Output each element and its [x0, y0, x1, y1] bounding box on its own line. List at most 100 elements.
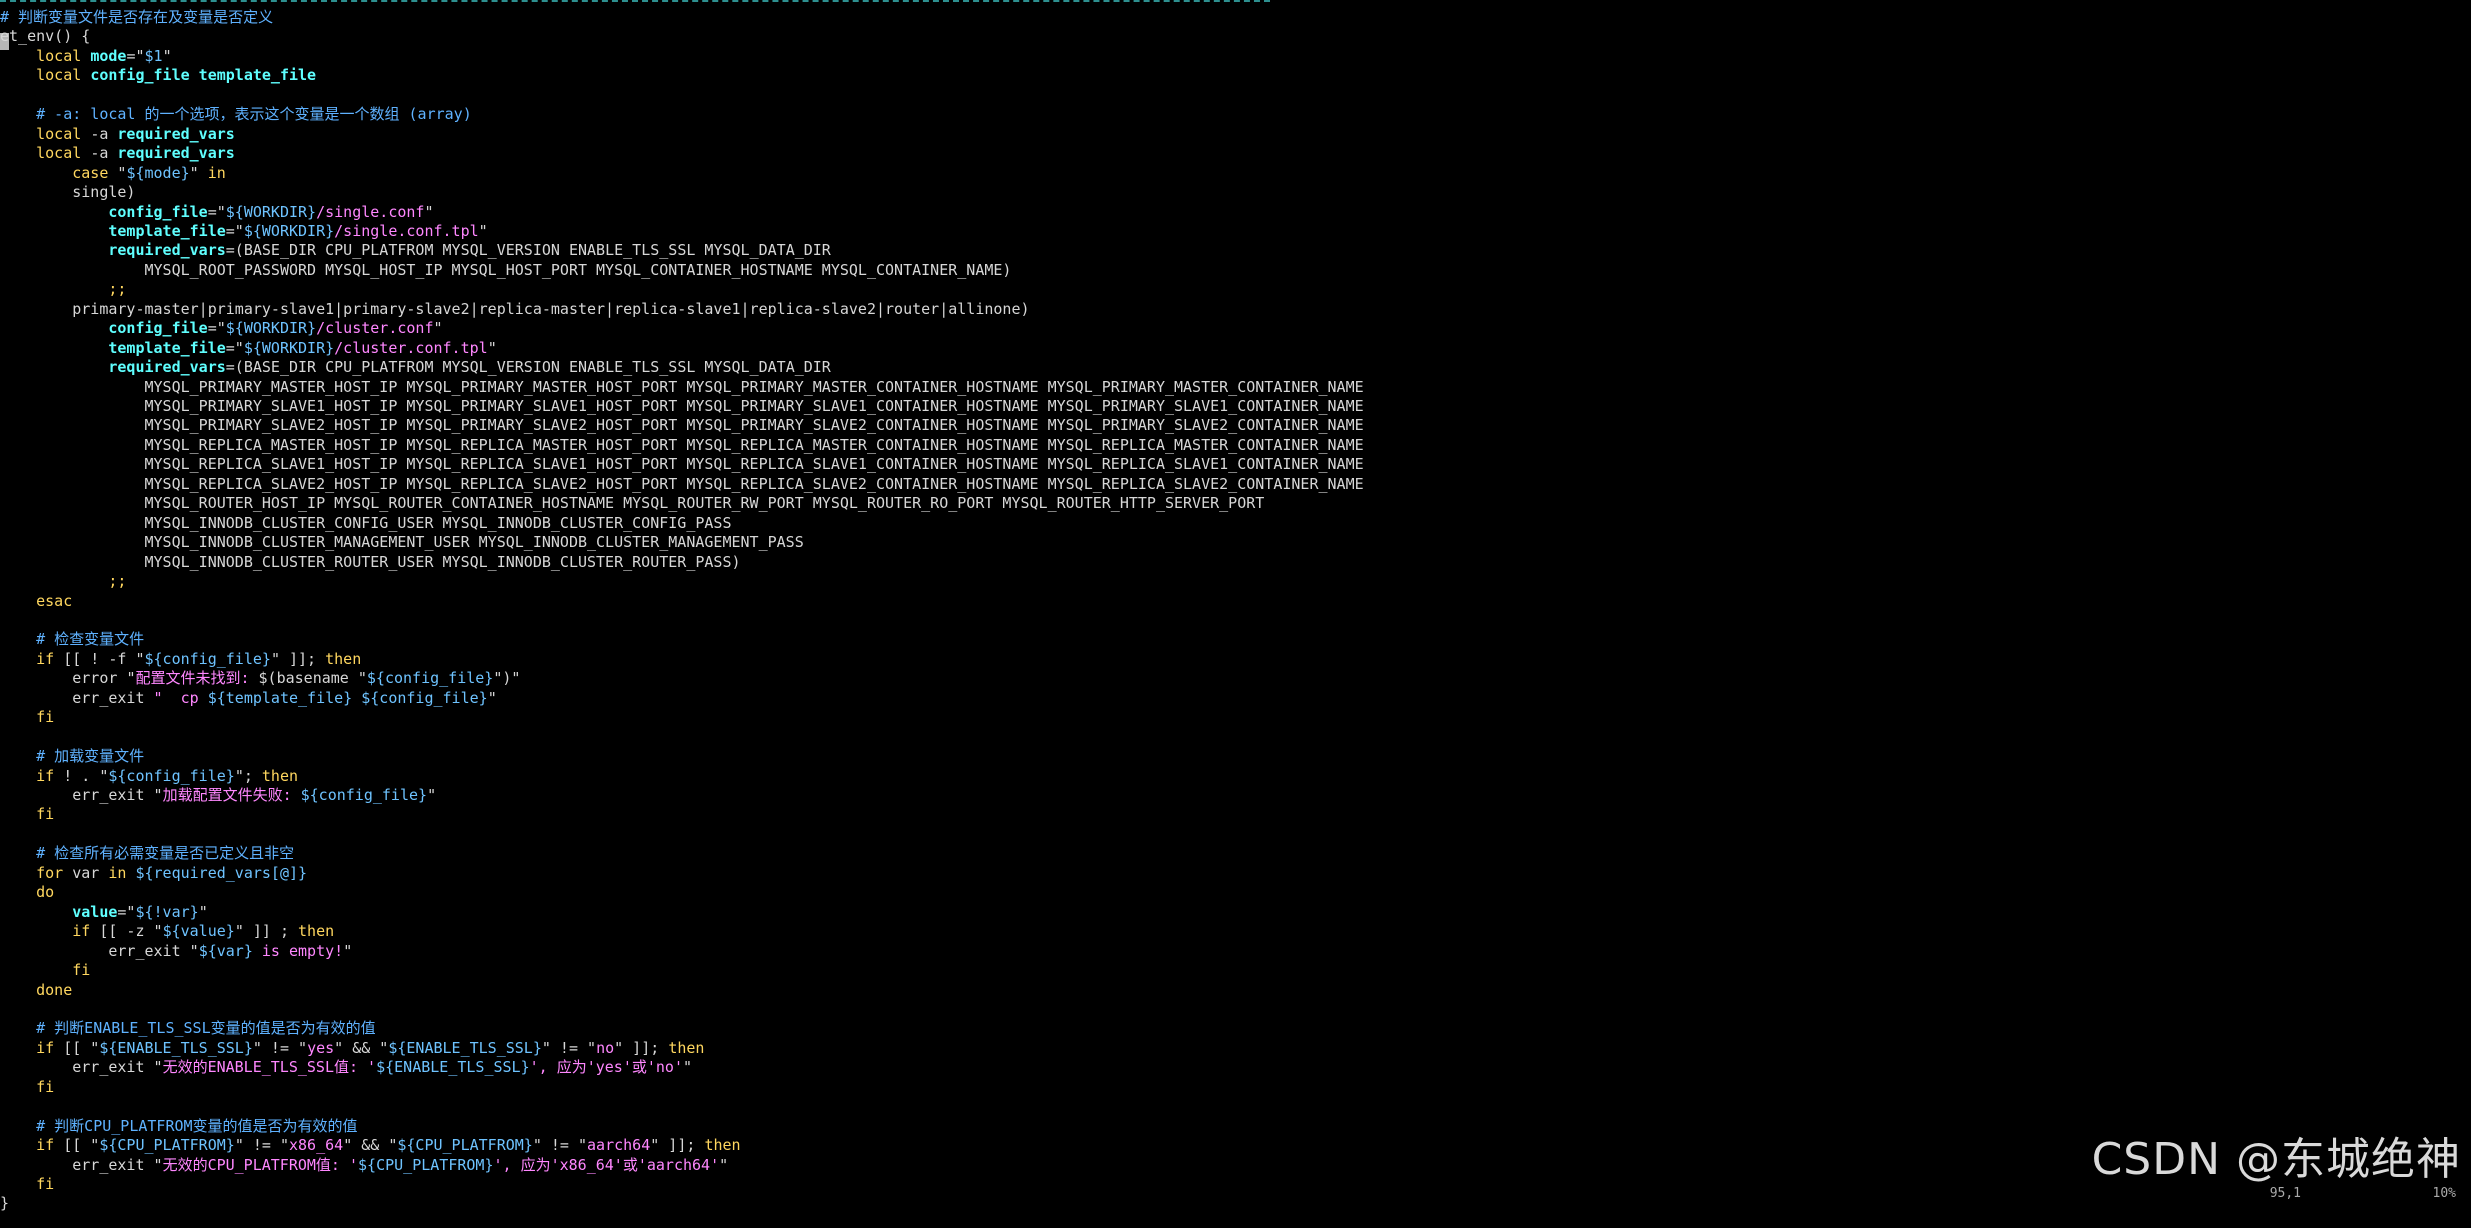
code-token: # -a: local 的一个选项，表示这个变量是一个数组 (array): [0, 105, 472, 124]
code-line[interactable]: fi: [0, 961, 90, 980]
code-line[interactable]: # 检查变量文件: [0, 630, 144, 649]
code-line[interactable]: if [[ -z "${value}" ]] ; then: [0, 922, 334, 941]
code-line[interactable]: local config_file template_file: [0, 66, 316, 85]
code-line[interactable]: err_exit "无效的CPU_PLATFROM值: '${CPU_PLATF…: [0, 1156, 728, 1175]
code-line[interactable]: ;;: [0, 572, 126, 591]
code-line[interactable]: done: [0, 981, 72, 1000]
code-line[interactable]: fi: [0, 1175, 54, 1194]
code-line[interactable]: template_file="${WORKDIR}/single.conf.tp…: [0, 221, 487, 241]
code-line[interactable]: required_vars=(BASE_DIR CPU_PLATFROM MYS…: [0, 358, 830, 377]
code-line[interactable]: # 检查所有必需变量是否已定义且非空: [0, 844, 294, 863]
code-token: ${ENABLE_TLS_SSL}: [376, 1058, 530, 1077]
code-token: ": [343, 941, 353, 960]
code-line[interactable]: error "配置文件未找到: $(basename "${config_fil…: [0, 669, 520, 688]
code-token: " && ": [343, 1136, 398, 1155]
terminal-editor[interactable]: # 判断变量文件是否存在及变量是否定义 et_env() { local mode…: [0, 0, 2471, 1212]
code-line[interactable]: do: [0, 883, 54, 902]
code-token: required_vars: [117, 144, 235, 163]
code-line[interactable]: config_file="${WORKDIR}/cluster.conf": [0, 319, 442, 338]
code-token: $1: [144, 46, 163, 65]
code-token: [[ -z ": [99, 922, 163, 941]
code-line[interactable]: MYSQL_INNODB_CLUSTER_ROUTER_USER MYSQL_I…: [0, 553, 740, 572]
code-line[interactable]: ;;: [0, 280, 126, 299]
code-line[interactable]: for var in ${required_vars[@]}: [0, 864, 307, 883]
code-line[interactable]: if ! . "${config_file}"; then: [0, 767, 298, 786]
code-line[interactable]: if [[ "${CPU_PLATFROM}" != "x86_64" && "…: [0, 1136, 740, 1155]
code-line[interactable]: fi: [0, 805, 54, 824]
code-line[interactable]: if [[ ! -f "${config_file}" ]]; then: [0, 650, 361, 669]
code-token: required_vars: [0, 241, 226, 260]
scroll-percent: 10%: [2432, 1186, 2456, 1201]
code-token: ": [198, 902, 208, 921]
code-line[interactable]: MYSQL_INNODB_CLUSTER_CONFIG_USER MYSQL_I…: [0, 514, 731, 533]
code-line[interactable]: err_exit " cp ${template_file} ${config_…: [0, 688, 497, 708]
code-token: }: [0, 1194, 10, 1213]
code-line[interactable]: MYSQL_REPLICA_MASTER_HOST_IP MYSQL_REPLI…: [0, 435, 1364, 455]
code-token: if: [0, 1136, 64, 1155]
code-token: then: [325, 649, 362, 668]
code-line[interactable]: required_vars=(BASE_DIR CPU_PLATFROM MYS…: [0, 241, 830, 260]
code-token: MYSQL_REPLICA_MASTER_HOST_IP MYSQL_REPLI…: [0, 435, 1364, 454]
code-line[interactable]: # 判断ENABLE_TLS_SSL变量的值是否为有效的值: [0, 1019, 376, 1038]
code-line[interactable]: config_file="${WORKDIR}/single.conf": [0, 202, 433, 222]
code-token: ${ENABLE_TLS_SSL}: [99, 1038, 253, 1057]
code-line[interactable]: MYSQL_INNODB_CLUSTER_MANAGEMENT_USER MYS…: [0, 533, 804, 552]
code-token: =": [126, 46, 145, 65]
code-line[interactable]: MYSQL_REPLICA_SLAVE2_HOST_IP MYSQL_REPLI…: [0, 474, 1364, 494]
code-token: ": [487, 338, 497, 357]
code-line[interactable]: err_exit "加载配置文件失败: ${config_file}": [0, 786, 436, 805]
code-token: err_exit: [0, 941, 190, 960]
code-line[interactable]: esac: [0, 592, 72, 611]
code-line[interactable]: fi: [0, 1078, 54, 1097]
code-line[interactable]: single): [0, 183, 135, 202]
code-line[interactable]: MYSQL_PRIMARY_SLAVE2_HOST_IP MYSQL_PRIMA…: [0, 416, 1363, 435]
code-token: ${CPU_PLATFROM}: [358, 1155, 494, 1174]
code-token: ${WORKDIR}: [243, 338, 335, 357]
text-cursor: [0, 33, 9, 50]
code-token: ${ENABLE_TLS_SSL}: [388, 1038, 542, 1057]
code-token: /cluster.conf.tpl: [334, 338, 488, 357]
code-token: case: [0, 163, 118, 182]
code-line[interactable]: # -a: local 的一个选项，表示这个变量是一个数组 (array): [0, 105, 472, 124]
code-token: fi: [0, 708, 55, 727]
code-line[interactable]: primary-master|primary-slave1|primary-sl…: [0, 300, 1029, 319]
code-token: ": [153, 786, 163, 804]
code-line[interactable]: err_exit "无效的ENABLE_TLS_SSL值: '${ENABLE_…: [0, 1058, 692, 1077]
code-line[interactable]: local -a required_vars: [0, 144, 235, 163]
code-token: do: [0, 883, 55, 902]
code-line[interactable]: MYSQL_REPLICA_SLAVE1_HOST_IP MYSQL_REPLI…: [0, 455, 1363, 474]
code-token: ', 应为'yes'或'no': [529, 1058, 683, 1077]
code-line[interactable]: MYSQL_ROUTER_HOST_IP MYSQL_ROUTER_CONTAI…: [0, 494, 1264, 513]
code-line[interactable]: et_env() {: [0, 27, 90, 46]
code-line[interactable]: template_file="${WORKDIR}/cluster.conf.t…: [0, 338, 497, 358]
code-line[interactable]: MYSQL_PRIMARY_MASTER_HOST_IP MYSQL_PRIMA…: [0, 378, 1363, 397]
code-token: ${config_file}: [366, 669, 494, 688]
code-line[interactable]: MYSQL_PRIMARY_SLAVE1_HOST_IP MYSQL_PRIMA…: [0, 397, 1363, 416]
code-token: " != ": [541, 1038, 597, 1057]
code-line[interactable]: local mode="$1": [0, 46, 171, 66]
code-line[interactable]: # 加载变量文件: [0, 747, 144, 766]
code-token: /cluster.conf: [316, 319, 434, 338]
code-token: config_file template_file: [90, 66, 317, 85]
code-line[interactable]: MYSQL_ROOT_PASSWORD MYSQL_HOST_IP MYSQL_…: [0, 261, 1011, 280]
code-token: if: [0, 649, 64, 668]
code-token: ${WORKDIR}: [243, 221, 335, 240]
code-token: ": [487, 688, 497, 707]
code-token: done: [0, 980, 73, 999]
code-line[interactable]: value="${!var}": [0, 902, 208, 922]
code-token: MYSQL_REPLICA_SLAVE2_HOST_IP MYSQL_REPLI…: [0, 474, 1364, 493]
code-line[interactable]: case "${mode}" in: [0, 164, 226, 183]
code-token: MYSQL_INNODB_CLUSTER_MANAGEMENT_USER MYS…: [0, 533, 804, 552]
code-line[interactable]: # 判断CPU_PLATFROM变量的值是否为有效的值: [0, 1117, 357, 1136]
code-token: /single.conf: [316, 202, 425, 221]
code-line[interactable]: # 判断变量文件是否存在及变量是否定义: [0, 8, 273, 27]
code-line[interactable]: err_exit "${var} is empty!": [0, 942, 352, 961]
code-line[interactable]: }: [0, 1194, 9, 1213]
code-token: ${CPU_PLATFROM}: [99, 1136, 235, 1155]
code-line[interactable]: if [[ "${ENABLE_TLS_SSL}" != "yes" && "$…: [0, 1039, 704, 1058]
code-token: 无效的ENABLE_TLS_SSL值: ': [162, 1058, 377, 1077]
code-line[interactable]: local -a required_vars: [0, 125, 235, 144]
code-token: error: [0, 669, 127, 688]
code-token: ${config_file}: [108, 766, 235, 785]
code-line[interactable]: fi: [0, 708, 54, 727]
